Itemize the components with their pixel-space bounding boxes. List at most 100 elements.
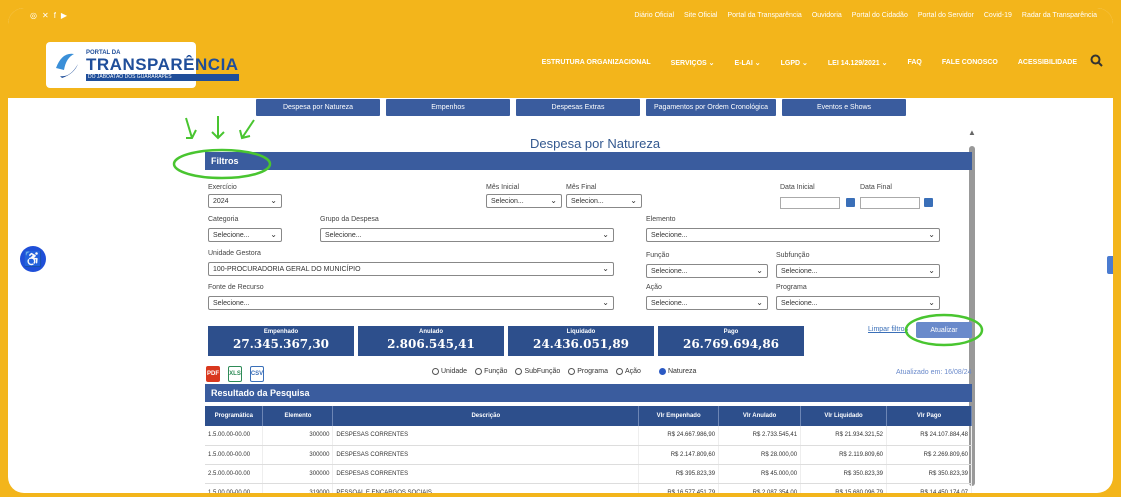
- col-liquidado[interactable]: Vlr Liquidado: [800, 406, 887, 426]
- stat-value: 26.769.694,86: [682, 337, 780, 351]
- link-site-oficial[interactable]: Site Oficial: [684, 12, 717, 19]
- chevron-down-icon: ⌄: [602, 298, 609, 307]
- select-grupo-despesa[interactable]: Selecione... ⌄: [320, 228, 614, 242]
- xls-export-icon[interactable]: XLS: [228, 366, 242, 382]
- col-programatica[interactable]: Programática: [205, 406, 264, 426]
- nav-fale-conosco[interactable]: FALE CONOSCO: [942, 59, 998, 67]
- select-acao[interactable]: Selecione... ⌄: [646, 296, 768, 310]
- radio-natureza[interactable]: Natureza: [658, 368, 696, 375]
- x-icon[interactable]: ✕: [42, 11, 49, 20]
- link-covid[interactable]: Covid-19: [984, 12, 1012, 19]
- nav-lei[interactable]: LEI 14.129/2021 ⌄: [828, 59, 888, 67]
- link-portal-transparencia[interactable]: Portal da Transparência: [728, 12, 802, 19]
- select-elemento[interactable]: Selecione... ⌄: [646, 228, 940, 242]
- pdf-export-icon[interactable]: PDF: [206, 366, 220, 382]
- chevron-down-icon: ⌄: [756, 266, 763, 275]
- cell-descricao: DESPESAS CORRENTES: [332, 464, 640, 484]
- label-acao: Ação: [646, 284, 662, 291]
- tab-pagamentos-ordem[interactable]: Pagamentos por Ordem Cronológica: [646, 99, 776, 116]
- table-row[interactable]: 2.5.00.00-00.00 300000 DESPESAS CORRENTE…: [205, 464, 972, 484]
- cell-liquidado: R$ 15.680.096,79: [800, 483, 887, 493]
- nav-faq[interactable]: FAQ: [907, 59, 921, 67]
- col-pago[interactable]: Vlr Pago: [886, 406, 972, 426]
- link-diario-oficial[interactable]: Diário Oficial: [634, 12, 674, 19]
- link-portal-servidor[interactable]: Portal do Servidor: [918, 12, 974, 19]
- nav-servicos[interactable]: SERVIÇOS ⌄: [671, 59, 715, 67]
- facebook-icon[interactable]: f: [54, 11, 56, 20]
- table-row[interactable]: 1.5.00.00-00.00 300000 DESPESAS CORRENTE…: [205, 445, 972, 465]
- cell-liquidado: R$ 2.119.809,60: [800, 445, 887, 465]
- update-button[interactable]: Atualizar: [916, 322, 972, 338]
- label-categoria: Categoria: [208, 216, 239, 223]
- nav-estrutura[interactable]: ESTRUTURA ORGANIZACIONAL: [542, 59, 651, 67]
- arrow-icon: [239, 119, 255, 140]
- cell-programatica: 1.5.00.00-00.00: [205, 445, 264, 465]
- portal-logo[interactable]: PORTAL DA TRANSPARÊNCIA DO JABOATÃO DOS …: [46, 42, 239, 88]
- select-mes-inicial[interactable]: Selecion... ⌄: [486, 194, 562, 208]
- clear-filters-link[interactable]: Limpar filtros: [868, 326, 908, 333]
- radio-acao[interactable]: Ação: [615, 368, 641, 375]
- logo-subtitle: DO JABOATÃO DOS GUARARAPES: [86, 73, 239, 81]
- label-exercicio: Exercício: [208, 184, 237, 191]
- radio-funcao[interactable]: Função: [475, 368, 507, 375]
- cell-elemento: 319000: [262, 483, 334, 493]
- table-row[interactable]: 1.5.00.00-00.00 300000 DESPESAS CORRENTE…: [205, 426, 972, 446]
- accessibility-icon[interactable]: ♿: [20, 246, 46, 272]
- link-radar[interactable]: Radar da Transparência: [1022, 12, 1097, 19]
- col-elemento[interactable]: Elemento: [262, 406, 334, 426]
- nav-elai[interactable]: E-LAI ⌄: [735, 59, 761, 67]
- calendar-icon[interactable]: [924, 198, 933, 207]
- tab-despesa-natureza[interactable]: Despesa por Natureza: [256, 99, 380, 116]
- col-empenhado[interactable]: Vlr Empenhado: [638, 406, 720, 426]
- input-data-final[interactable]: [860, 197, 920, 209]
- stat-label: Liquidado: [566, 329, 596, 335]
- input-data-inicial[interactable]: [780, 197, 840, 209]
- csv-export-icon[interactable]: CSV: [250, 366, 264, 382]
- select-unidade-gestora[interactable]: 100-PROCURADORIA GERAL DO MUNICÍPIO ⌄: [208, 262, 614, 276]
- side-tab-handle[interactable]: [1107, 256, 1113, 274]
- calendar-icon[interactable]: [846, 198, 855, 207]
- link-portal-cidadao[interactable]: Portal do Cidadão: [852, 12, 908, 19]
- tab-empenhos[interactable]: Empenhos: [386, 99, 510, 116]
- tab-eventos-shows[interactable]: Eventos e Shows: [782, 99, 906, 116]
- tab-despesas-extras[interactable]: Despesas Extras: [516, 99, 640, 116]
- col-descricao[interactable]: Descrição: [332, 406, 640, 426]
- nav-acessibilidade[interactable]: ACESSIBILIDADE: [1018, 59, 1077, 67]
- stat-label: Pago: [723, 329, 739, 335]
- radio-dot: [515, 368, 523, 375]
- cell-descricao: PESSOAL E ENCARGOS SOCIAIS: [332, 483, 640, 493]
- cell-programatica: 1.5.00.00-00.00: [205, 483, 264, 493]
- link-ouvidoria[interactable]: Ouvidoria: [812, 12, 842, 19]
- select-mes-final[interactable]: Selecion... ⌄: [566, 194, 642, 208]
- select-categoria[interactable]: Selecione... ⌄: [208, 228, 282, 242]
- page-title: Despesa por Natureza: [530, 136, 661, 151]
- cell-empenhado: R$ 2.147.809,60: [638, 445, 720, 465]
- instagram-icon[interactable]: ◎: [30, 11, 37, 20]
- select-programa[interactable]: Selecione... ⌄: [776, 296, 940, 310]
- results-table: Programática Elemento Descrição Vlr Empe…: [205, 406, 972, 493]
- stat-liquidado: Liquidado 24.436.051,89: [508, 326, 654, 356]
- chevron-down-icon: ⌄: [928, 230, 935, 239]
- radio-subfuncao[interactable]: SubFunção: [515, 368, 560, 375]
- radio-programa[interactable]: Programa: [568, 368, 608, 375]
- scroll-up-icon[interactable]: ▲: [968, 128, 976, 137]
- col-anulado[interactable]: Vlr Anulado: [718, 406, 802, 426]
- cell-liquidado: R$ 21.934.321,52: [800, 426, 887, 446]
- select-funcao[interactable]: Selecione... ⌄: [646, 264, 768, 278]
- chevron-down-icon: ⌄: [270, 230, 277, 239]
- cell-descricao: DESPESAS CORRENTES: [332, 445, 640, 465]
- search-icon[interactable]: [1090, 54, 1103, 70]
- radio-unidade[interactable]: Unidade: [432, 368, 467, 375]
- nav-lgpd[interactable]: LGPD ⌄: [781, 59, 808, 67]
- select-subfuncao[interactable]: Selecione... ⌄: [776, 264, 940, 278]
- utility-links: Diário Oficial Site Oficial Portal da Tr…: [634, 12, 1097, 19]
- grouping-radios: Unidade Função SubFunção Programa Ação N…: [432, 368, 696, 375]
- youtube-icon[interactable]: ▶: [61, 11, 67, 20]
- radio-dot: [568, 368, 576, 375]
- filters-header: Filtros: [205, 152, 972, 170]
- arrow-icon: [211, 116, 225, 140]
- table-row[interactable]: 1.5.00.00-00.00 319000 PESSOAL E ENCARGO…: [205, 483, 972, 493]
- select-exercicio[interactable]: 2024 ⌄: [208, 194, 282, 208]
- select-fonte-recurso[interactable]: Selecione... ⌄: [208, 296, 614, 310]
- radio-dot: [615, 368, 623, 375]
